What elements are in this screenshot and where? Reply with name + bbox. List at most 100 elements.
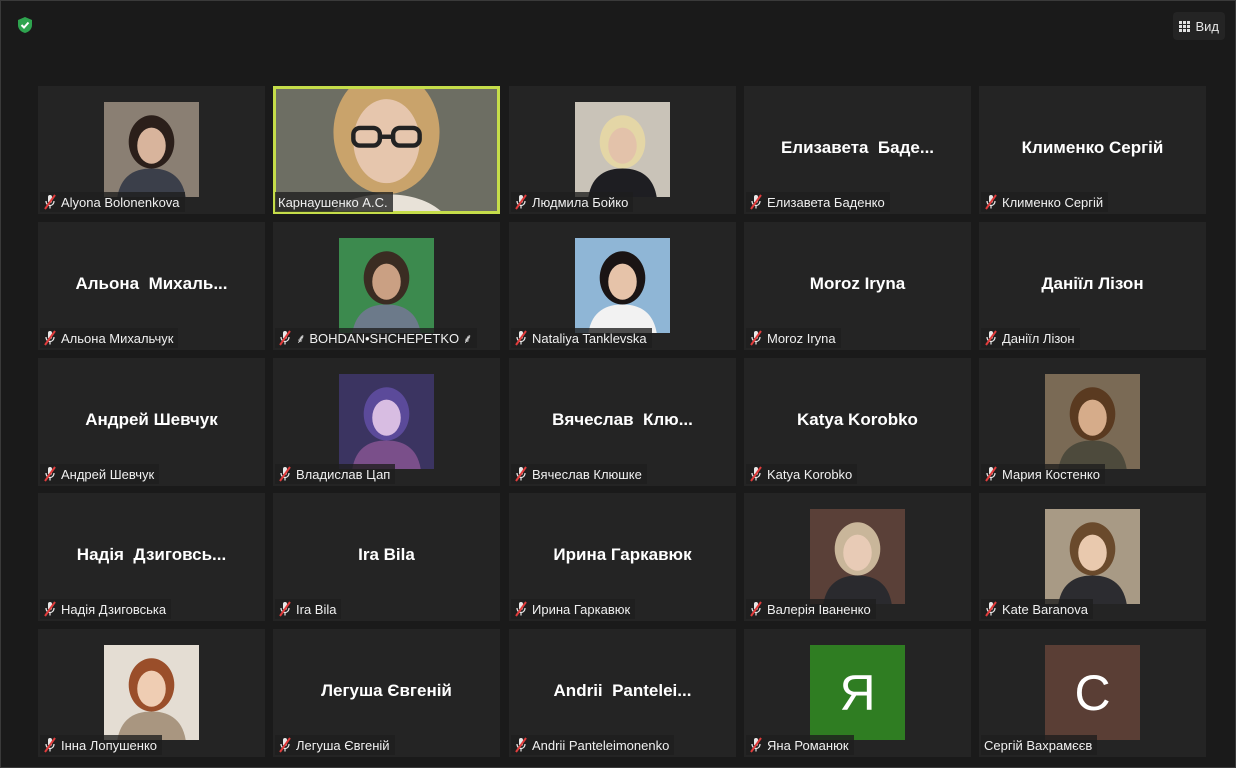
participant-tile[interactable]: Альона Михаль... Альона Михальчук <box>38 222 265 350</box>
muted-mic-icon <box>749 737 763 753</box>
muted-mic-icon <box>514 737 528 753</box>
muted-mic-icon <box>749 601 763 617</box>
participant-name: Вячеслав Клюшке <box>532 466 642 482</box>
participant-name-label: Людмила Бойко <box>511 192 634 212</box>
participant-tile[interactable]: Nataliya Tanklevska <box>509 222 736 350</box>
participant-name: Карнаушенко А.С. <box>278 194 388 210</box>
participant-name: Елизавета Баденко <box>767 194 885 210</box>
participant-name: Яна Романюк <box>767 737 849 753</box>
participant-display-name: Katya Korobko <box>797 410 918 429</box>
participant-tile[interactable]: Клименко Сергій Клименко Сергій <box>979 86 1206 214</box>
participant-tile[interactable]: Andrii Pantelei... Andrii Panteleimonenko <box>509 629 736 757</box>
participant-tile[interactable]: Легуша Євгеній Легуша Євгеній <box>273 629 500 757</box>
participant-name-label: Надія Дзиговська <box>40 599 172 619</box>
participant-name-label: Nataliya Tanklevska <box>511 328 652 348</box>
participant-name: Ira Bila <box>296 601 337 617</box>
muted-mic-icon <box>278 466 292 482</box>
participant-display-name: Ira Bila <box>358 545 415 564</box>
muted-mic-icon <box>984 330 998 346</box>
participant-tile[interactable]: Карнаушенко А.С. <box>273 86 500 214</box>
participant-tile[interactable]: Kate Baranova <box>979 493 1206 621</box>
participant-display-name: Елизавета Баде... <box>780 138 935 157</box>
participant-tile[interactable]: С Сергій Вахрамєєв <box>979 629 1206 757</box>
participant-name: Nataliya Tanklevska <box>532 330 647 346</box>
participant-tile[interactable]: Ira Bila Ira Bila <box>273 493 500 621</box>
avatar: Я <box>810 645 905 740</box>
participant-tile[interactable]: Людмила Бойко <box>509 86 736 214</box>
participant-tile[interactable]: Moroz Iryna Moroz Iryna <box>744 222 971 350</box>
participant-tile[interactable]: Я Яна Романюк <box>744 629 971 757</box>
participant-tile[interactable]: ⸙ BOHDAN•SHCHEPETKO ⸙ <box>273 222 500 350</box>
participant-name-label: ⸙ BOHDAN•SHCHEPETKO ⸙ <box>275 328 478 348</box>
participant-tile[interactable]: Katya Korobko Katya Korobko <box>744 358 971 486</box>
participant-display-name: Даніїл Лізон <box>1041 274 1144 293</box>
participant-name: Валерія Іваненко <box>767 601 871 617</box>
participant-name: Альона Михальчук <box>61 330 174 346</box>
muted-mic-icon <box>278 737 292 753</box>
participant-name: ⸙ BOHDAN•SHCHEPETKO ⸙ <box>296 331 473 346</box>
participant-name: Надія Дзиговська <box>61 601 167 617</box>
participant-video <box>104 102 199 197</box>
participant-tile[interactable]: Андрей Шевчук Андрей Шевчук <box>38 358 265 486</box>
muted-mic-icon <box>43 194 57 210</box>
participant-name-label: Kate Baranova <box>981 599 1094 619</box>
grid-icon <box>1179 20 1191 32</box>
participant-display-name: Moroz Iryna <box>809 274 906 293</box>
view-button[interactable]: Вид <box>1173 12 1225 40</box>
participant-name: Владислав Цап <box>296 466 391 482</box>
participant-name-label: Ira Bila <box>275 599 342 619</box>
participant-tile[interactable]: Надія Дзиговсь... Надія Дзиговська <box>38 493 265 621</box>
shield-check-icon[interactable] <box>16 16 34 34</box>
participant-video <box>339 374 434 469</box>
muted-mic-icon <box>984 601 998 617</box>
muted-mic-icon <box>984 466 998 482</box>
participant-name-label: Валерія Іваненко <box>746 599 876 619</box>
participant-tile[interactable]: Ирина Гаркавюк Ирина Гаркавюк <box>509 493 736 621</box>
participant-name-label: Інна Лопушенко <box>40 735 163 755</box>
participant-tile[interactable]: Елизавета Баде... Елизавета Баденко <box>744 86 971 214</box>
participant-video <box>575 102 670 197</box>
participant-name-label: Moroz Iryna <box>746 328 841 348</box>
participant-display-name: Легуша Євгеній <box>321 681 452 700</box>
participant-video <box>339 238 434 333</box>
muted-mic-icon <box>278 601 292 617</box>
participant-name: Інна Лопушенко <box>61 737 158 753</box>
participant-name-label: Andrii Panteleimonenko <box>511 735 675 755</box>
participant-name-label: Даніїл Лізон <box>981 328 1080 348</box>
participant-display-name: Андрей Шевчук <box>85 410 218 429</box>
muted-mic-icon <box>749 466 763 482</box>
participant-display-name: Вячеслав Клю... <box>552 410 693 429</box>
participant-video <box>104 645 199 740</box>
participant-name: Мария Костенко <box>1002 466 1100 482</box>
participant-tile[interactable]: Alyona Bolonenkova <box>38 86 265 214</box>
video-gallery-screen: Вид Alyona Bolonenkova Карнаушенко А.С. Лю… <box>0 0 1236 768</box>
participant-name-label: Ирина Гаркавюк <box>511 599 636 619</box>
participant-name: Легуша Євгеній <box>296 737 390 753</box>
participant-display-name: Надія Дзиговсь... <box>76 545 227 564</box>
avatar: С <box>1045 645 1140 740</box>
participant-name-label: Владислав Цап <box>275 464 396 484</box>
participant-tile[interactable]: Валерія Іваненко <box>744 493 971 621</box>
participant-tile[interactable]: Інна Лопушенко <box>38 629 265 757</box>
participant-video <box>1045 509 1140 604</box>
muted-mic-icon <box>43 466 57 482</box>
participant-video <box>575 238 670 333</box>
participant-name: Moroz Iryna <box>767 330 836 346</box>
participant-display-name: Клименко Сергій <box>1021 138 1164 157</box>
muted-mic-icon <box>514 330 528 346</box>
participant-tile[interactable]: Владислав Цап <box>273 358 500 486</box>
participant-tile[interactable]: Вячеслав Клю... Вячеслав Клюшке <box>509 358 736 486</box>
participant-name: Alyona Bolonenkova <box>61 194 180 210</box>
participant-name: Даніїл Лізон <box>1002 330 1075 346</box>
muted-mic-icon <box>514 601 528 617</box>
participant-name-label: Андрей Шевчук <box>40 464 160 484</box>
participant-name: Katya Korobko <box>767 466 853 482</box>
participant-name-label: Вячеслав Клюшке <box>511 464 647 484</box>
participant-name-label: Мария Костенко <box>981 464 1105 484</box>
participant-tile[interactable]: Мария Костенко <box>979 358 1206 486</box>
participant-tile[interactable]: Даніїл Лізон Даніїл Лізон <box>979 222 1206 350</box>
view-button-label: Вид <box>1195 18 1219 34</box>
participant-name-label: Альона Михальчук <box>40 328 179 348</box>
muted-mic-icon <box>278 330 292 346</box>
participant-display-name: Andrii Pantelei... <box>553 681 692 700</box>
